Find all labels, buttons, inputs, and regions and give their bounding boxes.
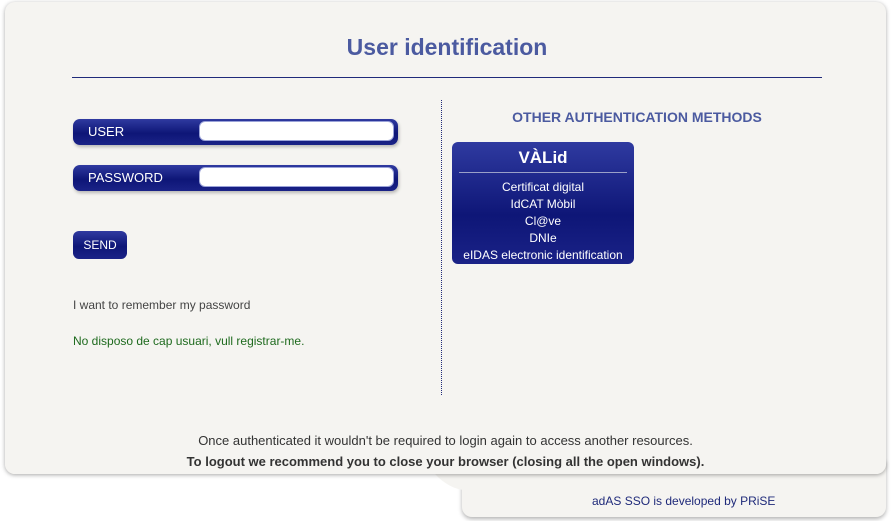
user-input[interactable] — [199, 121, 394, 141]
password-field: PASSWORD — [73, 165, 398, 191]
valid-method-item: DNIe — [529, 231, 557, 245]
logout-advice: To logout we recommend you to close your… — [186, 454, 705, 469]
valid-method-item: IdCAT Mòbil — [510, 197, 576, 211]
user-label: USER — [88, 124, 125, 139]
page-title: User identification — [346, 34, 548, 60]
password-label: PASSWORD — [88, 170, 163, 185]
developed-by-text: adAS SSO is developed by PRiSE — [592, 494, 776, 508]
session-notice: Once authenticated it wouldn't be requir… — [198, 433, 693, 448]
column-divider — [441, 100, 442, 395]
valid-method-item: eIDAS electronic identification — [463, 248, 623, 262]
register-link[interactable]: No disposo de cap usuari, vull registrar… — [73, 334, 304, 348]
password-input[interactable] — [199, 167, 394, 187]
valid-method-item: Cl@ve — [524, 214, 562, 228]
remember-password-link[interactable]: I want to remember my password — [73, 298, 250, 312]
login-panel — [5, 2, 886, 474]
valid-auth-button[interactable]: VÀLid Certificat digital IdCAT Mòbil Cl@… — [452, 142, 634, 264]
other-methods-title: OTHER AUTHENTICATION METHODS — [512, 109, 762, 125]
valid-divider — [459, 172, 627, 173]
title-divider — [72, 77, 822, 78]
valid-title: VÀLid — [518, 148, 568, 167]
valid-method-item: Certificat digital — [501, 180, 585, 194]
send-button[interactable]: SEND — [73, 231, 127, 259]
user-field: USER — [73, 119, 398, 145]
